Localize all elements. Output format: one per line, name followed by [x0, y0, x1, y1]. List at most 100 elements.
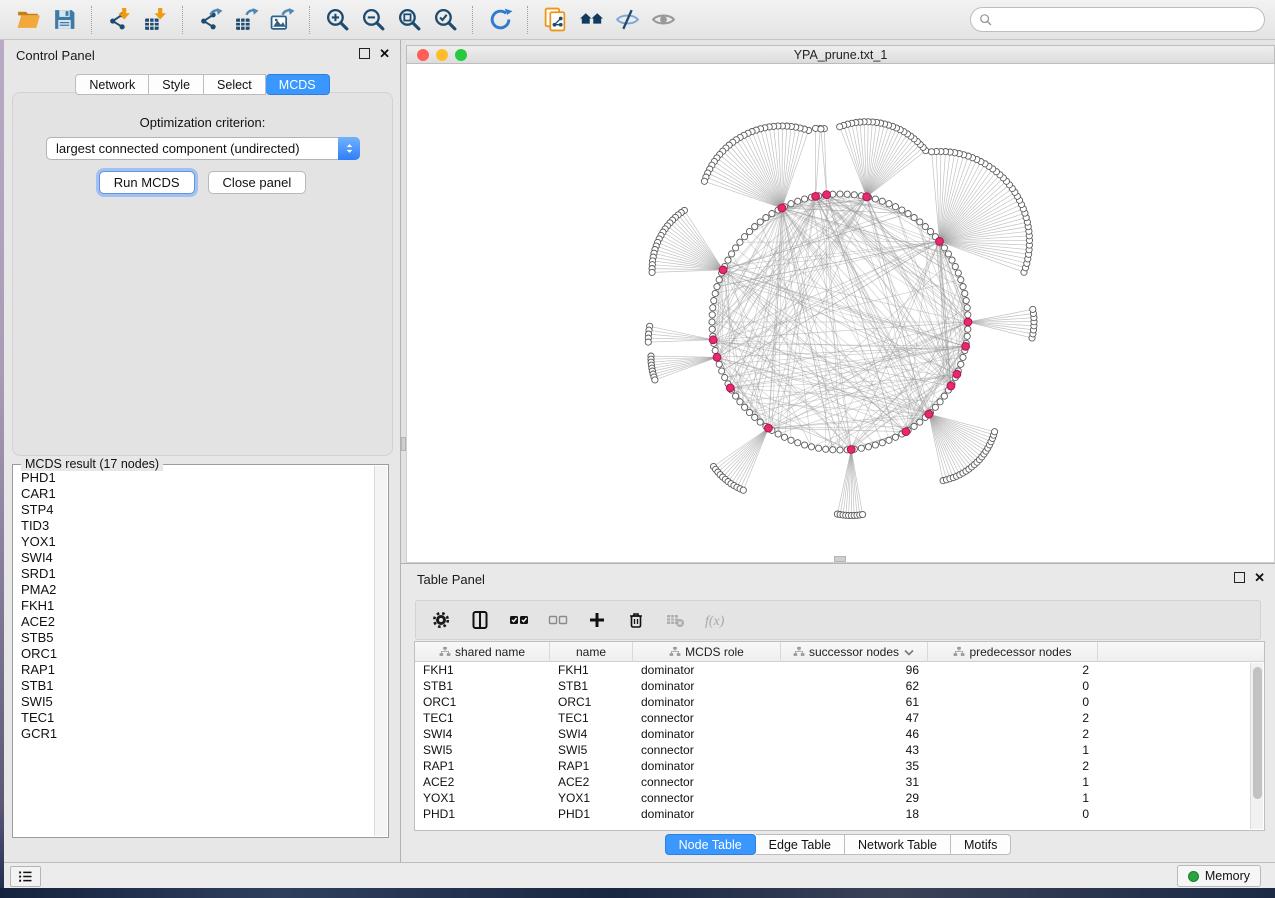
- mcds-result-item[interactable]: STB1: [21, 678, 374, 694]
- network-canvas[interactable]: [406, 64, 1275, 563]
- table-scrollbar-thumb[interactable]: [1253, 667, 1262, 799]
- zoom-fit-icon[interactable]: [391, 4, 427, 36]
- eye-icon[interactable]: [645, 4, 681, 36]
- table-cell: ACE2: [415, 774, 550, 790]
- zoom-in-icon[interactable]: [319, 4, 355, 36]
- run-mcds-button[interactable]: Run MCDS: [99, 171, 195, 194]
- deselect-all-icon[interactable]: [547, 609, 569, 631]
- column-header-shared-name[interactable]: shared name: [415, 642, 550, 662]
- search-input[interactable]: [998, 13, 1256, 27]
- home-icon[interactable]: [573, 4, 609, 36]
- close-panel-icon[interactable]: ✕: [379, 48, 390, 59]
- export-image-icon[interactable]: [264, 4, 300, 36]
- table-cell: 47: [781, 710, 928, 726]
- table-toolbar: f(x): [415, 600, 1261, 640]
- table-row[interactable]: PHD1PHD1dominator180: [415, 806, 1264, 822]
- mcds-result-item[interactable]: TEC1: [21, 710, 374, 726]
- tab-select[interactable]: Select: [204, 74, 266, 95]
- save-icon[interactable]: [46, 4, 82, 36]
- mcds-result-item[interactable]: SWI4: [21, 550, 374, 566]
- float-panel-icon[interactable]: [359, 48, 370, 59]
- table-row[interactable]: STB1STB1dominator620: [415, 678, 1264, 694]
- mcds-result-item[interactable]: PHD1: [21, 470, 374, 486]
- settings-gear-icon[interactable]: [430, 609, 452, 631]
- table-tabs: Node TableEdge TableNetwork TableMotifs: [401, 834, 1275, 855]
- column-header-MCDS-role[interactable]: MCDS role: [633, 642, 781, 662]
- close-table-panel-icon[interactable]: ✕: [1254, 572, 1265, 583]
- search-box[interactable]: [970, 7, 1265, 32]
- mcds-result-item[interactable]: PMA2: [21, 582, 374, 598]
- table-cell: connector: [633, 710, 781, 726]
- shared-column-icon: [439, 646, 451, 658]
- zoom-out-icon[interactable]: [355, 4, 391, 36]
- table-cell: TEC1: [550, 710, 633, 726]
- table-cell: 2: [928, 758, 1098, 774]
- table-row[interactable]: RAP1RAP1dominator352: [415, 758, 1264, 774]
- export-table-icon[interactable]: [228, 4, 264, 36]
- column-header-predecessor-nodes[interactable]: predecessor nodes: [928, 642, 1098, 662]
- split-panel-icon[interactable]: [469, 609, 491, 631]
- table-tab-network-table[interactable]: Network Table: [845, 834, 951, 855]
- close-panel-button[interactable]: Close panel: [208, 171, 307, 194]
- table-cell: SWI4: [415, 726, 550, 742]
- toolbar-separator: [527, 6, 528, 34]
- refresh-icon[interactable]: [482, 4, 518, 36]
- delete-column-icon[interactable]: [625, 609, 647, 631]
- control-panel-titlebar: Control Panel ✕: [4, 40, 400, 68]
- control-panel: Control Panel ✕ NetworkStyleSelectMCDS O…: [4, 40, 401, 862]
- right-region: YPA_prune.txt_1 Table Panel ✕ f(x) share…: [401, 40, 1275, 862]
- network-window-titlebar[interactable]: YPA_prune.txt_1: [406, 45, 1275, 64]
- mcds-result-item[interactable]: CAR1: [21, 486, 374, 502]
- result-list-scrollbar[interactable]: [374, 466, 387, 836]
- float-table-panel-icon[interactable]: [1234, 572, 1245, 583]
- table-row[interactable]: TEC1TEC1connector472: [415, 710, 1264, 726]
- column-header-successor-nodes[interactable]: successor nodes: [781, 642, 928, 662]
- mcds-result-item[interactable]: FKH1: [21, 598, 374, 614]
- table-row[interactable]: SWI4SWI4dominator462: [415, 726, 1264, 742]
- mcds-result-list[interactable]: PHD1CAR1STP4TID3YOX1SWI4SRD1PMA2FKH1ACE2…: [14, 466, 374, 836]
- table-tab-node-table[interactable]: Node Table: [665, 834, 756, 855]
- mcds-panel: Optimization criterion: largest connecte…: [12, 92, 393, 456]
- table-row[interactable]: SWI5SWI5connector431: [415, 742, 1264, 758]
- table-cell: SWI5: [550, 742, 633, 758]
- table-cell: RAP1: [415, 758, 550, 774]
- select-all-icon[interactable]: [508, 609, 530, 631]
- tab-network[interactable]: Network: [75, 74, 149, 95]
- table-row[interactable]: ACE2ACE2connector311: [415, 774, 1264, 790]
- table-row[interactable]: YOX1YOX1connector291: [415, 790, 1264, 806]
- mcds-result-item[interactable]: ACE2: [21, 614, 374, 630]
- table-panel-title: Table Panel: [417, 572, 485, 587]
- mcds-result-item[interactable]: SWI5: [21, 694, 374, 710]
- optimization-criterion-dropdown[interactable]: largest connected component (undirected): [46, 137, 360, 160]
- column-header-name[interactable]: name: [550, 642, 633, 662]
- table-cell: SWI4: [550, 726, 633, 742]
- memory-button[interactable]: Memory: [1177, 865, 1261, 887]
- mcds-result-item[interactable]: SRD1: [21, 566, 374, 582]
- table-row[interactable]: FKH1FKH1dominator962: [415, 662, 1264, 678]
- mcds-result-item[interactable]: STB5: [21, 630, 374, 646]
- table-row[interactable]: ORC1ORC1dominator610: [415, 694, 1264, 710]
- export-network-icon[interactable]: [192, 4, 228, 36]
- mcds-result-item[interactable]: YOX1: [21, 534, 374, 550]
- mcds-result-item[interactable]: GCR1: [21, 726, 374, 742]
- tab-style[interactable]: Style: [149, 74, 204, 95]
- zoom-selected-icon[interactable]: [427, 4, 463, 36]
- table-tab-edge-table[interactable]: Edge Table: [756, 834, 845, 855]
- mcds-result-item[interactable]: STP4: [21, 502, 374, 518]
- table-body: FKH1FKH1dominator962STB1STB1dominator620…: [415, 662, 1264, 822]
- network-graph[interactable]: [407, 64, 1274, 561]
- open-folder-icon[interactable]: [10, 4, 46, 36]
- share-document-icon[interactable]: [537, 4, 573, 36]
- mcds-result-item[interactable]: TID3: [21, 518, 374, 534]
- tab-mcds[interactable]: MCDS: [266, 74, 330, 95]
- import-network-icon[interactable]: [101, 4, 137, 36]
- mcds-result-item[interactable]: RAP1: [21, 662, 374, 678]
- mcds-result-item[interactable]: ORC1: [21, 646, 374, 662]
- table-scrollbar[interactable]: [1250, 663, 1263, 829]
- show-panels-button[interactable]: [10, 866, 41, 887]
- add-column-icon[interactable]: [586, 609, 608, 631]
- horizontal-split-grip[interactable]: [834, 556, 846, 562]
- import-table-icon[interactable]: [137, 4, 173, 36]
- hide-eye-icon[interactable]: [609, 4, 645, 36]
- table-tab-motifs[interactable]: Motifs: [951, 834, 1011, 855]
